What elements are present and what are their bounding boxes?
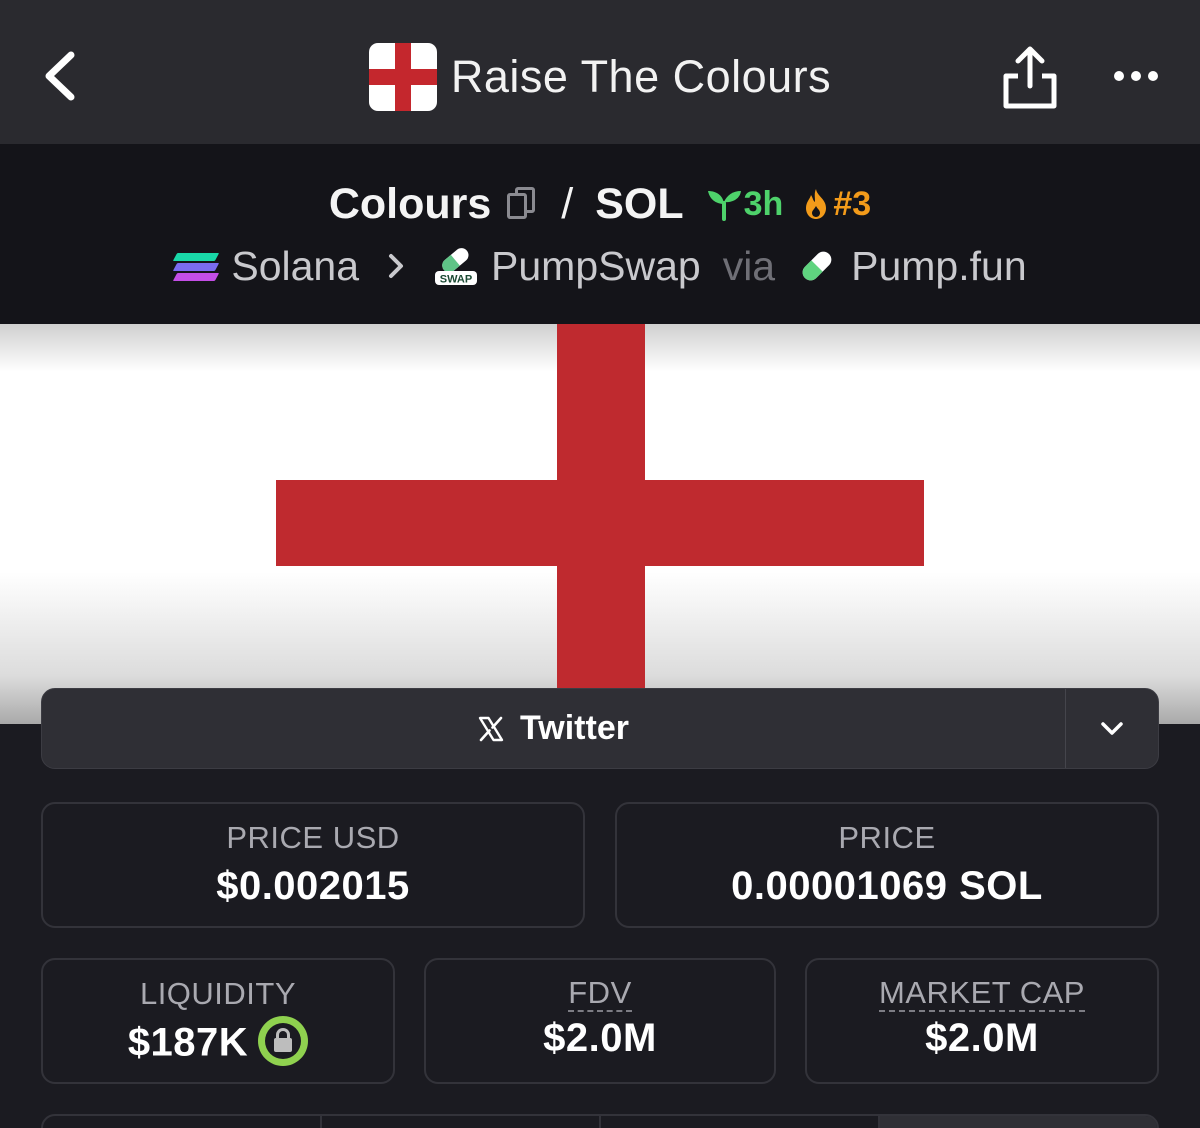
price-native-value: 0.00001069 SOL [731,864,1043,908]
price-usd-card: PRICE USD $0.002015 [41,802,585,928]
via-label: via [722,242,776,289]
timeframe-tab-active[interactable] [880,1116,1157,1128]
quote-token-symbol: SOL [595,179,684,228]
pair-header: Colours / SOL 3h #3 Solana SWAP PumpSwap… [0,144,1200,324]
pumpswap-icon-text: SWAP [440,274,472,286]
pair-age: 3h [743,184,784,223]
more-horizontal-icon [1114,71,1124,81]
twitter-label: Twitter [520,709,629,747]
pumpswap-icon: SWAP [433,243,479,289]
sprout-icon [707,191,741,221]
chain-name[interactable]: Solana [231,243,359,290]
social-dropdown-toggle[interactable] [1065,689,1158,768]
pair-age-badge: 3h [704,184,784,224]
pair-path-breadcrumb: Solana SWAP PumpSwap via Pump.fun [0,236,1200,296]
share-icon [1003,46,1057,109]
fdv-card: FDV $2.0M [424,958,776,1084]
pair-separator: / [561,179,574,228]
base-token-symbol: Colours [328,179,492,228]
flag-cross-vertical [557,324,645,724]
trending-rank: #3 [833,184,872,223]
token-banner-image [0,324,1200,724]
x-logo-icon [478,716,504,741]
twitter-link-button[interactable]: Twitter [42,689,1065,768]
dex-name[interactable]: PumpSwap [491,243,701,290]
solana-icon [173,247,220,285]
price-usd-value: $0.002015 [216,864,410,908]
top-nav-bar: Raise The Colours [0,0,1200,144]
launchpad-name[interactable]: Pump.fun [851,243,1027,290]
liquidity-card: LIQUIDITY $187K [41,958,395,1084]
market-cap-value: $2.0M [925,1016,1039,1060]
share-button[interactable] [1002,44,1058,110]
liquidity-value: $187K [127,1020,249,1065]
page-title: Raise The Colours [450,51,832,102]
timeframe-tab[interactable] [322,1116,601,1128]
liquidity-row: $187K [43,1016,393,1070]
liquidity-label: LIQUIDITY [139,976,297,1011]
price-native-label: PRICE [838,820,936,855]
timeframe-tabs [41,1114,1159,1128]
chevron-right-icon [389,254,404,278]
trending-rank-badge[interactable]: #3 [799,185,871,224]
timeframe-tab[interactable] [601,1116,880,1128]
social-links-dropdown[interactable]: Twitter [41,688,1159,769]
timeframe-tab[interactable] [43,1116,322,1128]
copy-address-icon[interactable] [505,185,539,223]
chevron-down-icon [1101,721,1123,735]
price-native-card: PRICE 0.00001069 SOL [615,802,1159,928]
price-usd-label: PRICE USD [226,820,400,855]
pair-row: Colours / SOL 3h #3 [0,174,1200,234]
fdv-label[interactable]: FDV [568,976,632,1012]
liquidity-locked-icon[interactable] [258,1016,309,1066]
pumpfun-pill-icon [797,246,837,286]
market-cap-label[interactable]: MARKET CAP [879,976,1085,1012]
token-logo [368,43,437,111]
flame-icon [806,189,827,219]
more-options-button[interactable] [1108,58,1164,94]
fdv-value: $2.0M [543,1016,657,1060]
market-cap-card: MARKET CAP $2.0M [805,958,1159,1084]
